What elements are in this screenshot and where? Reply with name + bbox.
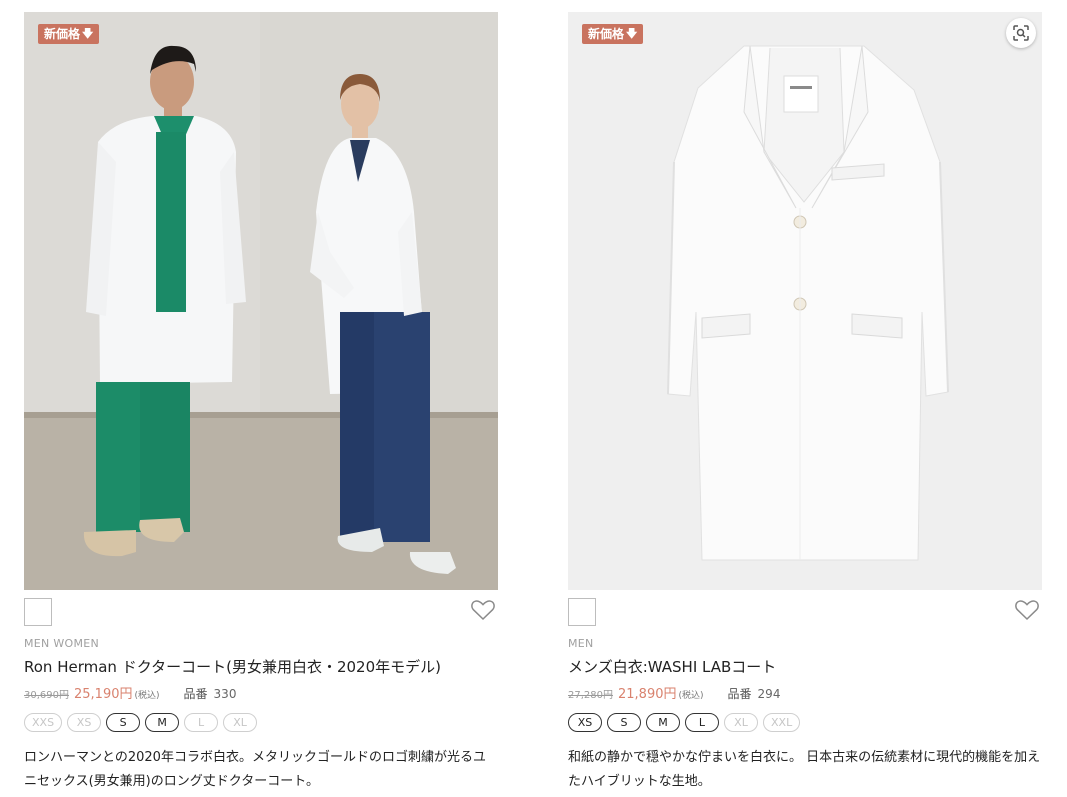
size-chip-s: S [607, 713, 641, 732]
size-chip-xl: XL [724, 713, 758, 732]
color-swatch-white[interactable] [24, 598, 52, 626]
product-name[interactable]: Ron Herman ドクターコート(男女兼用白衣・2020年モデル) [24, 656, 498, 678]
meta-row [24, 596, 498, 636]
product-code: 330 [213, 687, 237, 701]
product-image[interactable]: 新価格 🡇 [24, 12, 498, 590]
sale-price: 21,890円 [618, 687, 677, 702]
down-arrow-icon: 🡇 [82, 27, 94, 40]
product-code-label: 品番 [727, 687, 752, 701]
size-chip-xxl: XXL [763, 713, 801, 732]
size-chip-l: L [184, 713, 219, 732]
gender-label: MEN [568, 637, 594, 650]
badge-label: 新価格 [588, 27, 625, 41]
heart-icon[interactable] [1014, 598, 1040, 622]
size-chip-s: S [106, 713, 141, 732]
product-name[interactable]: メンズ白衣:WASHI LABコート [568, 656, 1042, 678]
price-row: 27,280円 21,890円 (税込) 品番 294 [568, 683, 1042, 703]
size-list: XS S M L XL XXL [568, 713, 1042, 733]
product-image[interactable]: 新価格 🡇 [568, 12, 1042, 590]
product-code: 294 [757, 687, 781, 701]
gender-label: MEN WOMEN [24, 637, 100, 650]
visual-search-button[interactable] [1006, 18, 1036, 48]
new-price-badge: 新価格 🡇 [582, 24, 644, 44]
size-list: XXS XS S M L XL [24, 713, 498, 733]
price-row: 30,690円 25,190円 (税込) 品番 330 [24, 683, 498, 703]
size-chip-m: M [145, 713, 180, 732]
product-card[interactable]: 新価格 🡇 MEN メンズ白衣:WASHI LABコート 27,280円 21,… [568, 12, 1042, 794]
sale-price: 25,190円 [74, 687, 133, 702]
product-photo-two-models [24, 12, 498, 590]
tax-note: (税込) [678, 691, 704, 701]
size-chip-xs: XS [568, 713, 602, 732]
tax-note: (税込) [134, 691, 160, 701]
product-code-label: 品番 [183, 687, 208, 701]
product-description: ロンハーマンとの2020年コラボ白衣。メタリックゴールドのロゴ刺繍が光るユニセッ… [24, 750, 486, 789]
product-card[interactable]: 新価格 🡇 MEN WOMEN Ron Herman ドクターコート(男女兼用白… [24, 12, 498, 794]
color-swatch-white[interactable] [568, 598, 596, 626]
size-chip-xs: XS [67, 713, 102, 732]
original-price: 27,280円 [568, 690, 613, 701]
size-chip-xxs: XXS [24, 713, 63, 732]
badge-label: 新価格 [44, 27, 81, 41]
product-photo-white-coat [568, 12, 1042, 590]
new-price-badge: 新価格 🡇 [38, 24, 100, 44]
size-chip-m: M [646, 713, 680, 732]
visual-search-icon [1013, 25, 1029, 41]
product-description: 和紙の静かで穏やかな佇まいを白衣に。 日本古来の伝統素材に現代的機能を加えたハイ… [568, 750, 1041, 789]
original-price: 30,690円 [24, 690, 69, 701]
heart-icon[interactable] [470, 598, 496, 622]
down-arrow-icon: 🡇 [626, 27, 638, 40]
size-chip-l: L [685, 713, 719, 732]
size-chip-xl: XL [223, 713, 258, 732]
meta-row [568, 596, 1042, 636]
